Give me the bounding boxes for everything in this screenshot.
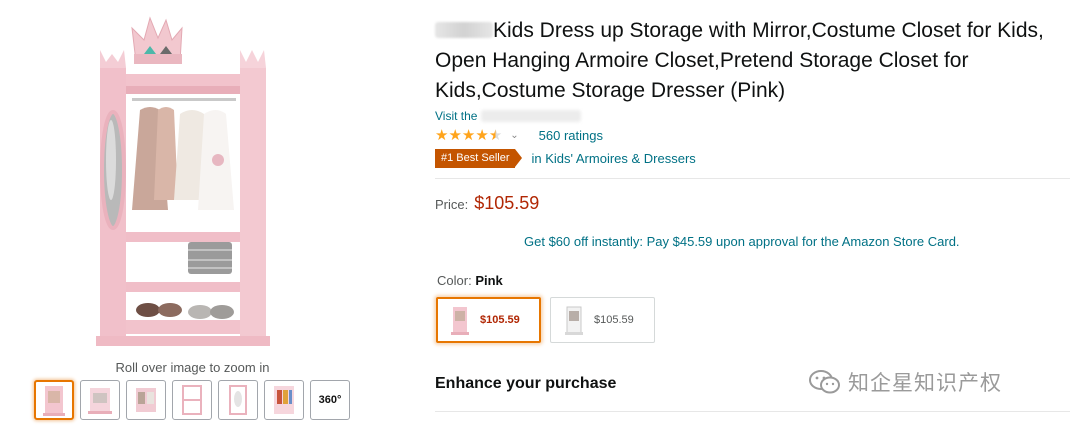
thumbnail-1[interactable] xyxy=(34,380,74,420)
store-link[interactable]: Visit the xyxy=(435,108,1070,124)
star-full-icon: ★ xyxy=(461,125,476,144)
watermark-text: 知企星知识产权 xyxy=(848,371,1002,395)
brand-blurred xyxy=(435,22,493,38)
bestseller-category-link[interactable]: in Kids' Armoires & Dressers xyxy=(531,151,695,166)
color-swatches: $105.59 $105.59 xyxy=(436,297,1070,343)
zoom-hint: Roll over image to zoom in xyxy=(115,360,270,375)
watermark: 知企星知识产权 xyxy=(808,367,1002,397)
bestseller-row: #1 Best Seller in Kids' Armoires & Dress… xyxy=(435,147,1070,169)
product-title: Kids Dress up Storage with Mirror,Costum… xyxy=(435,19,1044,102)
price-value: $105.59 xyxy=(474,193,540,213)
divider xyxy=(435,178,1070,179)
price-row: Price: $105.59 xyxy=(435,193,1070,214)
rotate-360-icon: 360° xyxy=(318,394,342,406)
wechat-icon xyxy=(809,370,840,394)
star-full-icon: ★ xyxy=(435,125,449,144)
store-name-blurred xyxy=(481,110,582,122)
swatch-pink-image xyxy=(451,307,469,335)
swatch-price: $105.59 xyxy=(594,314,634,326)
thumbnail-5[interactable] xyxy=(218,380,258,420)
store-card-offer-link[interactable]: Get $60 off instantly: Pay $45.59 upon a… xyxy=(524,234,1070,249)
divider xyxy=(435,411,1070,412)
thumbnail-2[interactable] xyxy=(80,380,120,420)
thumbnail-3[interactable] xyxy=(126,380,166,420)
main-product-image[interactable] xyxy=(88,10,298,355)
thumbnail-360-view[interactable]: 360° xyxy=(310,380,350,420)
star-full-icon: ★ xyxy=(448,125,462,144)
swatch-white[interactable]: $105.59 xyxy=(550,297,655,343)
color-selector-label: Color: Pink xyxy=(437,273,1070,288)
swatch-white-image xyxy=(565,306,583,335)
thumbnail-strip: 360° xyxy=(34,380,350,420)
best-seller-badge[interactable]: #1 Best Seller xyxy=(435,148,524,168)
price-label: Price: xyxy=(435,197,469,212)
swatch-price: $105.59 xyxy=(480,314,520,326)
product-details: Kids Dress up Storage with Mirror,Costum… xyxy=(435,16,1070,412)
star-half-icon: ★ xyxy=(488,125,503,144)
swatch-pink[interactable]: $105.59 xyxy=(436,297,541,343)
thumbnail-6[interactable] xyxy=(264,380,304,420)
color-value: Pink xyxy=(475,273,503,288)
rating-row: ★ ★ ★ ★ ★ ⌄ 560 ratings xyxy=(435,125,1070,145)
star-full-icon: ★ xyxy=(475,125,489,144)
star-rating[interactable]: ★ ★ ★ ★ ★ xyxy=(435,125,503,144)
chevron-down-icon[interactable]: ⌄ xyxy=(510,130,518,141)
store-prefix: Visit the xyxy=(435,109,478,123)
thumbnail-4[interactable] xyxy=(172,380,212,420)
crown-decoration xyxy=(131,16,183,64)
ratings-count-link[interactable]: 560 ratings xyxy=(539,128,603,143)
color-label: Color: xyxy=(437,273,472,288)
